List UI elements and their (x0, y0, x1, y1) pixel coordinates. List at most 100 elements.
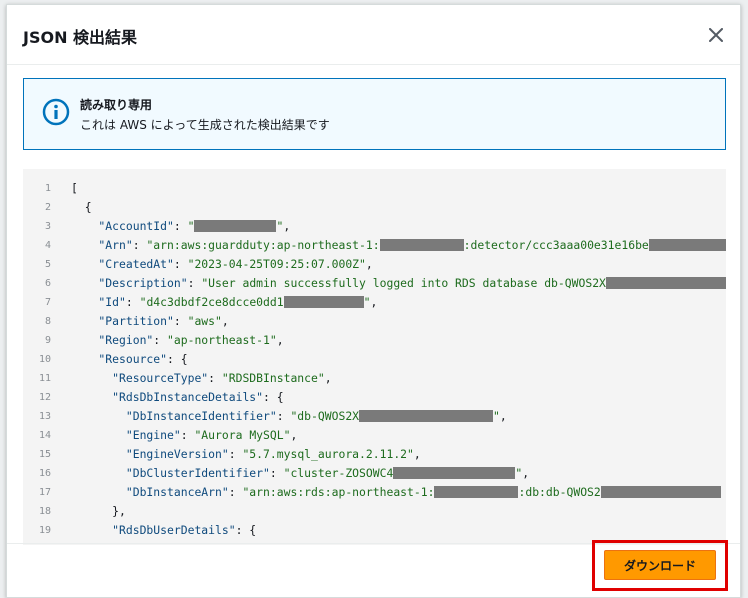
json-punct: , (324, 371, 332, 385)
alert-title: 読み取り専用 (80, 98, 153, 112)
line-number: 5 (44, 259, 51, 270)
json-punct: : { (263, 390, 284, 404)
json-punct: : (132, 238, 147, 252)
redacted-value (434, 486, 519, 498)
code-text: "RdsDbInstanceDetails": { (71, 388, 284, 407)
json-punct: : (228, 485, 243, 499)
json-string: "arn:aws:guardduty:ap-northeast-1: (146, 238, 380, 252)
json-punct: : (173, 219, 188, 233)
json-punct: : (276, 409, 291, 423)
line-number: 6 (44, 278, 51, 289)
code-text: }, (71, 502, 126, 521)
json-code-viewer[interactable]: 1[2 {3 "AccountId": " ", 4 "Arn": "arn:aws… (23, 169, 726, 545)
json-string: :db:db-QWOS2 (518, 485, 601, 499)
json-key: "Description" (71, 276, 188, 290)
json-key: "DbClusterIdentifier" (71, 466, 270, 480)
line-number: 16 (38, 468, 51, 479)
line-number: 7 (44, 297, 51, 308)
code-line: 11 "ResourceType": "RDSDBInstance", (23, 369, 726, 388)
code-line: 6 "Description": "User admin successfull… (23, 274, 726, 293)
redacted-value (194, 220, 277, 232)
redacted-value (605, 277, 726, 289)
code-line: 4 "Arn": "arn:aws:guardduty:ap-northeast… (23, 236, 726, 255)
json-key: "EngineVersion" (71, 447, 229, 461)
json-key: "RdsDbUserDetails" (71, 523, 236, 537)
alert-body: これは AWS によって生成された検出結果です (80, 118, 330, 132)
code-text: "DbInstanceIdentifier": "db-QWOS2X ", (71, 407, 507, 426)
json-punct: , (370, 295, 378, 309)
json-key: "CreatedAt" (71, 257, 174, 271)
line-number: 14 (38, 430, 51, 441)
redacted-value (393, 467, 516, 479)
json-string: "aws" (187, 314, 222, 328)
code-text: { (71, 198, 92, 217)
json-string: "arn:aws:rds:ap-northeast-1: (242, 485, 435, 499)
json-key: "Resource" (71, 352, 168, 366)
json-punct: : (269, 466, 284, 480)
code-text: "DbClusterIdentifier": "cluster-ZOSOWC4 "… (71, 464, 529, 483)
read-only-alert: 読み取り専用 これは AWS によって生成された検出結果です (23, 78, 726, 150)
json-punct: , (276, 333, 284, 347)
code-line: 9 "Region": "ap-northeast-1", (23, 331, 726, 350)
json-key: "Id" (71, 295, 126, 309)
download-button[interactable]: ダウンロード (604, 550, 716, 580)
json-string: "Aurora MySQL" (194, 428, 291, 442)
json-punct: , (283, 219, 291, 233)
code-text: "EngineVersion": "5.7.mysql_aurora.2.11.… (71, 445, 421, 464)
redacted-value (648, 239, 726, 251)
code-line: 17 "DbInstanceArn": "arn:aws:rds:ap-nort… (23, 483, 726, 502)
json-key: "Partition" (71, 314, 174, 328)
line-number: 11 (38, 373, 51, 384)
json-key: "AccountId" (71, 219, 174, 233)
code-text: "Description": "User admin successfully … (71, 274, 726, 293)
line-number: 18 (38, 506, 51, 517)
line-number: 10 (38, 354, 51, 365)
json-key: "Arn" (71, 238, 133, 252)
json-key: "ResourceType" (71, 371, 209, 385)
json-punct: : (153, 333, 168, 347)
json-string: "2023-04-25T09:25:07.000Z" (187, 257, 366, 271)
json-string: "5.7.mysql_aurora.2.11.2" (242, 447, 414, 461)
json-string: "cluster-ZOSOWC4 (283, 466, 394, 480)
modal-header: JSON 検出結果 (7, 5, 740, 65)
line-number: 12 (38, 392, 51, 403)
json-findings-modal: JSON 検出結果 読み取り専用 これは AWS によって生成された検出結果です… (6, 4, 741, 598)
code-line: 7 "Id": "d4c3dbdf2ce8dcce0dd1 ", (23, 293, 726, 312)
json-string: "ap-northeast-1" (167, 333, 277, 347)
code-text: "DbInstanceArn": "arn:aws:rds:ap-northea… (71, 483, 721, 502)
code-line: 8 "Partition": "aws", (23, 312, 726, 331)
code-line: 12 "RdsDbInstanceDetails": { (23, 388, 726, 407)
json-string: "User admin successfully logged into RDS… (201, 276, 606, 290)
code-line: 18 }, (23, 502, 726, 521)
json-punct: [ (71, 181, 78, 195)
redacted-value (359, 410, 494, 422)
json-punct: , (499, 409, 507, 423)
redacted-value (283, 296, 364, 308)
json-punct: : (173, 314, 188, 328)
info-icon (42, 98, 70, 126)
json-punct: : { (167, 352, 188, 366)
code-line: 5 "CreatedAt": "2023-04-25T09:25:07.000Z… (23, 255, 726, 274)
code-text: "CreatedAt": "2023-04-25T09:25:07.000Z", (71, 255, 372, 274)
code-text: "Region": "ap-northeast-1", (71, 331, 284, 350)
close-button[interactable] (704, 23, 728, 47)
json-key: "DbInstanceArn" (71, 485, 229, 499)
line-number: 1 (44, 183, 51, 194)
json-string: " (493, 409, 500, 423)
code-line: 19 "RdsDbUserDetails": { (23, 521, 726, 540)
json-string: " (187, 219, 195, 233)
code-line: 13 "DbInstanceIdentifier": "db-QWOS2X ", (23, 407, 726, 426)
json-punct: : (228, 447, 243, 461)
json-punct: , (522, 466, 530, 480)
json-punct: : (125, 295, 140, 309)
modal-title: JSON 検出結果 (23, 28, 138, 47)
line-number: 17 (38, 487, 51, 498)
json-punct: : (208, 371, 222, 385)
json-punct: , (290, 428, 298, 442)
json-string: "d4c3dbdf2ce8dcce0dd1 (139, 295, 284, 309)
json-punct: : (187, 276, 202, 290)
redacted-value (600, 486, 721, 498)
code-text: "Engine": "Aurora MySQL", (71, 426, 297, 445)
code-text: "Resource": { (71, 350, 188, 369)
code-line: 15 "EngineVersion": "5.7.mysql_aurora.2.… (23, 445, 726, 464)
